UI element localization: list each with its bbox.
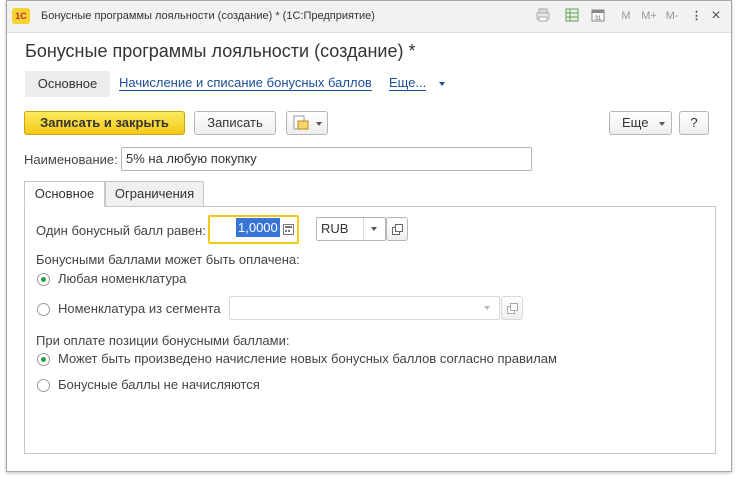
radio-any-nomenclature[interactable] (37, 273, 50, 286)
open-segment-button[interactable] (501, 296, 523, 320)
radio-any-nomenclature-label: Любая номенклатура (58, 271, 187, 286)
svg-text:31: 31 (595, 16, 602, 22)
radio-accrual-allowed-label: Может быть произведено начисление новых … (58, 351, 557, 366)
print-menu-button[interactable] (286, 111, 328, 135)
radio-accrual-allowed[interactable] (37, 353, 50, 366)
memory-plus-button[interactable]: M+ (640, 8, 658, 24)
print-icon[interactable] (535, 8, 551, 24)
name-input[interactable]: 5% на любую покупку (121, 147, 532, 171)
chevron-down-icon (316, 122, 322, 126)
radio-segment-nomenclature-label: Номенклатура из сегмента (58, 301, 221, 316)
save-and-close-button[interactable]: Записать и закрыть (24, 111, 185, 135)
more-actions-label: Еще (622, 115, 649, 130)
help-button[interactable]: ? (679, 111, 709, 135)
more-menu-icon[interactable]: ⋮ (691, 8, 702, 24)
radio-segment-nomenclature[interactable] (37, 303, 50, 316)
radio-no-accrual[interactable] (37, 379, 50, 392)
spreadsheet-icon[interactable] (564, 8, 580, 24)
nav-more-link[interactable]: Еще... (389, 76, 427, 91)
chevron-down-icon (659, 122, 665, 126)
currency-divider (363, 218, 364, 240)
points-value-text: 1,0000 (236, 218, 280, 237)
app-logo-icon: 1С (12, 8, 30, 24)
tab-main[interactable]: Основное (24, 181, 105, 207)
radio-no-accrual-label: Бонусные баллы не начисляются (58, 377, 260, 392)
memory-minus-button[interactable]: M- (663, 8, 681, 24)
segment-select[interactable] (229, 296, 500, 320)
accrual-title: При оплате позиции бонусными баллами: (36, 333, 290, 348)
title-bar: 1С Бонусные программы лояльности (создан… (7, 1, 731, 33)
points-value-input[interactable]: 1,0000 (208, 215, 299, 244)
open-icon (392, 224, 403, 235)
currency-value: RUB (321, 221, 349, 236)
points-equal-label: Один бонусный балл равен: (36, 223, 206, 238)
save-button[interactable]: Записать (194, 111, 276, 135)
page-title: Бонусные программы лояльности (создание)… (25, 41, 416, 61)
calendar-icon-svg: 31 (591, 9, 605, 22)
print-icon-svg (536, 8, 550, 22)
nav-more-chevron-icon[interactable] (439, 82, 445, 86)
more-actions-button[interactable]: Еще (609, 111, 672, 135)
window-title: Бонусные программы лояльности (создание)… (41, 10, 375, 22)
nav-link-bonus-accrual[interactable]: Начисление и списание бонусных баллов (119, 76, 372, 91)
segment-dropdown-icon[interactable] (484, 306, 490, 310)
tab-panel-main: Один бонусный балл равен: 1,0000 RUB Бон… (24, 206, 716, 454)
currency-dropdown-icon[interactable] (371, 227, 377, 231)
nav-item-main[interactable]: Основное (25, 71, 110, 97)
tab-restrictions[interactable]: Ограничения (105, 181, 204, 207)
form-window: 1С Бонусные программы лояльности (создан… (6, 0, 732, 472)
close-icon[interactable]: × (709, 8, 723, 24)
currency-select[interactable]: RUB (316, 217, 386, 241)
calendar-icon[interactable]: 31 (590, 8, 606, 24)
document-print-icon (293, 115, 309, 130)
memory-button-m[interactable]: M (620, 8, 632, 24)
spreadsheet-icon-svg (565, 8, 579, 22)
open-currency-button[interactable] (386, 217, 408, 241)
paid-by-points-title: Бонусными баллами может быть оплачена: (36, 252, 300, 267)
open-icon (507, 303, 518, 314)
name-label: Наименование: (24, 152, 118, 167)
calculator-icon[interactable] (283, 224, 294, 235)
